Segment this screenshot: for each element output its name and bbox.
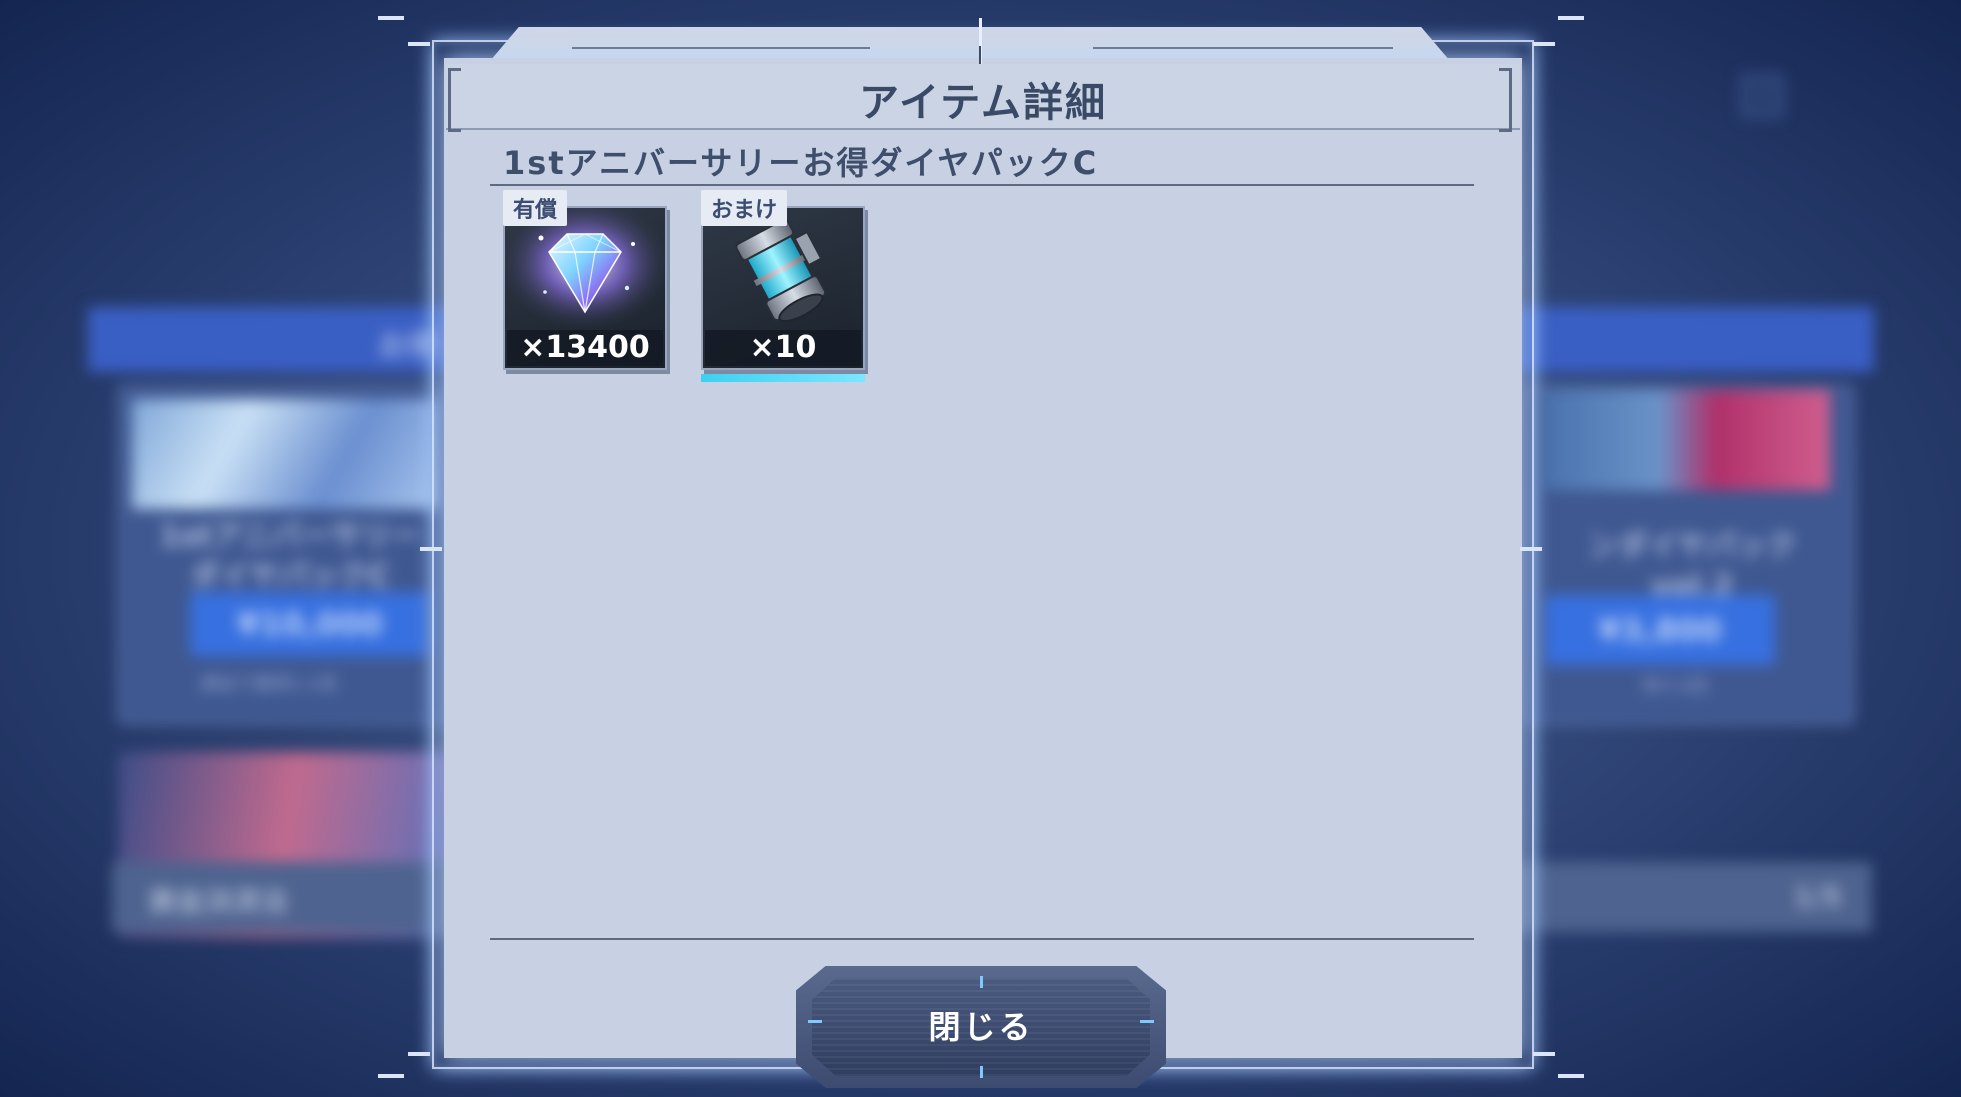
shop-card-note: 課金で獲得1:1倍: [200, 674, 337, 695]
frame-mark: [1520, 547, 1542, 551]
shop-header-label: お得: [378, 329, 438, 364]
dialog-title-bar: アイテム詳細: [446, 64, 1520, 132]
frame-center-tick: [979, 46, 981, 64]
dialog-title: アイテム詳細: [859, 80, 1107, 126]
frame-line: [1093, 47, 1393, 49]
shop-card-note-right: 残り1回: [1642, 676, 1708, 697]
frame-mark: [378, 1074, 404, 1078]
item-tag-paid: 有償: [503, 190, 568, 226]
pack-name: 1stアニバーサリーお得ダイヤパックC: [503, 144, 1099, 182]
dialog-bottom-divider: [490, 938, 1474, 940]
dialog-top-cap: [490, 27, 1450, 61]
item-tile-frame: ×13400: [503, 206, 667, 370]
diamond-icon: [505, 208, 665, 332]
shop-card-name: 1stアニバーサリー ダイヤパックC: [159, 519, 421, 594]
item-quantity: ×13400: [507, 330, 663, 366]
close-button-mark: [1140, 1020, 1154, 1023]
frame-line: [572, 47, 870, 49]
legal-notice-label: 資金決済法: [148, 885, 289, 918]
energy-cylinder-icon: [735, 218, 827, 323]
frame-mark: [420, 547, 442, 551]
frame-mark: [1558, 16, 1584, 20]
frame-mark: [1533, 42, 1555, 46]
item-tile-frame: ×10: [701, 206, 865, 370]
item-quantity: ×10: [705, 330, 861, 366]
item-tile-paid-diamonds[interactable]: ×13400 有償: [503, 190, 667, 374]
close-button-mark: [980, 976, 983, 988]
frame-mark: [1533, 1052, 1555, 1056]
close-button-mark: [980, 1066, 983, 1078]
shop-card-price: ¥10,000: [190, 592, 430, 656]
item-bonus-accent: [701, 374, 865, 382]
item-tag-bonus: おまけ: [701, 190, 788, 226]
frame-mark: [408, 1052, 430, 1056]
page-indicator: 1/5: [1792, 880, 1842, 913]
menu-icon: [1740, 74, 1784, 118]
shop-card-left: 1stアニバーサリー ダイヤパックC ¥10,000 課金で獲得1:1倍: [118, 385, 452, 724]
shop-card-price-right: ¥3,800: [1545, 595, 1775, 665]
close-button-mark: [808, 1020, 822, 1023]
frame-mark: [408, 42, 430, 46]
shop-card-thumbnail-right: [1545, 390, 1830, 490]
pack-name-divider: [490, 184, 1474, 186]
frame-mark: [1558, 1074, 1584, 1078]
frame-mark: [378, 16, 404, 20]
item-tile-bonus[interactable]: ×10 おまけ: [701, 190, 865, 382]
shop-card-thumbnail: [132, 399, 438, 509]
